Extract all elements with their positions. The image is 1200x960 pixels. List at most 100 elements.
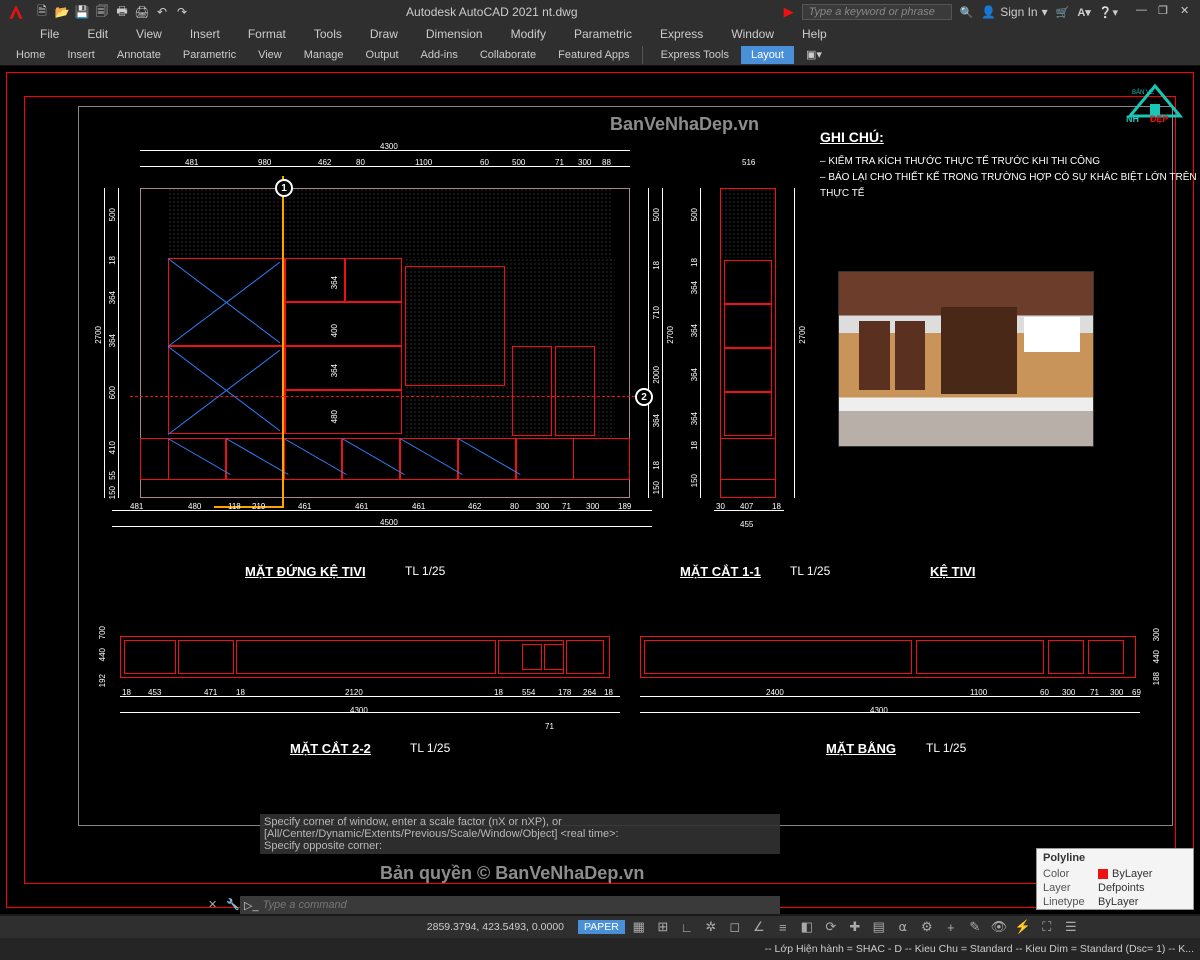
lineweight-icon[interactable]: ≡ — [775, 919, 791, 935]
polar-icon[interactable]: ✲ — [703, 919, 719, 935]
menu-parametric[interactable]: Parametric — [574, 27, 632, 41]
svg-text:NH: NH — [1126, 114, 1139, 124]
tab-expresstools[interactable]: Express Tools — [651, 46, 739, 64]
tab-manage[interactable]: Manage — [294, 46, 354, 64]
props-title: Polyline — [1037, 849, 1193, 867]
prop-row-linetype[interactable]: Linetype ByLayer — [1037, 895, 1193, 909]
menu-view[interactable]: View — [136, 27, 162, 41]
tab-collaborate[interactable]: Collaborate — [470, 46, 546, 64]
clean-screen-icon[interactable]: ⛶ — [1039, 919, 1055, 935]
view-title-plan: MẶT BẰNG — [826, 741, 896, 756]
plot-icon[interactable]: 🖨 — [134, 4, 150, 20]
menu-format[interactable]: Format — [248, 27, 286, 41]
ribbon-tabs: Home Insert Annotate Parametric View Man… — [0, 44, 1200, 66]
quick-props-icon[interactable]: ▤ — [871, 919, 887, 935]
titlebar: 🗎 📂 💾 🗐 🖶 🖨 ↶ ↷ Autodesk AutoCAD 2021 nt… — [0, 0, 1200, 24]
search-input[interactable]: Type a keyword or phrase — [802, 4, 952, 20]
status-bar: 2859.3794, 423.5493, 0.0000 PAPER ▦ ⊞ ∟ … — [0, 916, 1200, 938]
menu-file[interactable]: File — [40, 27, 59, 41]
print-icon[interactable]: 🖶 — [114, 4, 130, 20]
dim: 2400 — [766, 688, 784, 697]
otrack-icon[interactable]: ∠ — [751, 919, 767, 935]
command-input[interactable]: ▷_ Type a command — [240, 896, 780, 914]
dim-total: 4300 — [870, 706, 888, 715]
tab-insert[interactable]: Insert — [57, 46, 105, 64]
units-icon[interactable]: ✎ — [967, 919, 983, 935]
tab-parametric[interactable]: Parametric — [173, 46, 246, 64]
prop-row-color[interactable]: Color ByLayer — [1037, 867, 1193, 881]
tab-featuredapps[interactable]: Featured Apps — [548, 46, 643, 64]
save-icon[interactable]: 💾 — [74, 4, 90, 20]
exchange-icon[interactable]: 🛒 — [1056, 6, 1070, 19]
tab-annotate[interactable]: Annotate — [107, 46, 171, 64]
properties-palette[interactable]: Polyline Color ByLayer Layer Defpoints L… — [1036, 848, 1194, 910]
user-icon: 👤 — [981, 5, 996, 19]
menu-draw[interactable]: Draw — [370, 27, 398, 41]
hardware-accel-icon[interactable]: ⚡ — [1015, 919, 1031, 935]
tab-addins[interactable]: Add-ins — [411, 46, 468, 64]
coords-readout[interactable]: 2859.3794, 423.5493, 0.0000 — [372, 921, 572, 933]
menu-edit[interactable]: Edit — [87, 27, 108, 41]
search-icon[interactable]: 🔍 — [960, 6, 974, 19]
customize-icon[interactable]: ☰ — [1063, 919, 1079, 935]
signin-label: Sign In — [1000, 5, 1037, 19]
close-icon[interactable]: ✕ — [208, 898, 222, 912]
tab-layout[interactable]: Layout — [741, 46, 794, 64]
menu-dimension[interactable]: Dimension — [426, 27, 483, 41]
prop-row-layer[interactable]: Layer Defpoints — [1037, 881, 1193, 895]
tab-home[interactable]: Home — [6, 46, 55, 64]
dim: 300 — [1110, 688, 1123, 697]
tab-collapse-icon[interactable]: ▣▾ — [796, 45, 832, 64]
signin-button[interactable]: 👤 Sign In ▾ — [981, 5, 1047, 19]
undo-icon[interactable]: ↶ — [154, 4, 170, 20]
new-icon[interactable]: 🗎 — [34, 4, 50, 20]
wrench-icon[interactable]: 🔧 — [226, 898, 240, 912]
close-button[interactable]: ✕ — [1180, 4, 1196, 20]
view-scale-plan: TL 1/25 — [926, 741, 966, 755]
transparency-icon[interactable]: ◧ — [799, 919, 815, 935]
grid-icon[interactable]: ▦ — [631, 919, 647, 935]
dim: 60 — [1040, 688, 1049, 697]
tab-output[interactable]: Output — [356, 46, 409, 64]
space-toggle[interactable]: PAPER — [578, 920, 625, 934]
tab-view[interactable]: View — [248, 46, 292, 64]
menu-help[interactable]: Help — [802, 27, 827, 41]
workspace-icon[interactable]: ⚙ — [919, 919, 935, 935]
record-icon[interactable]: ▶ — [784, 4, 794, 20]
menu-insert[interactable]: Insert — [190, 27, 220, 41]
menu-window[interactable]: Window — [731, 27, 774, 41]
selection-cycling-icon[interactable]: ⟳ — [823, 919, 839, 935]
annotation-monitor-icon[interactable]: + — [943, 919, 959, 935]
quick-access-toolbar: 🗎 📂 💾 🗐 🖶 🖨 ↶ ↷ — [34, 4, 190, 20]
saveas-icon[interactable]: 🗐 — [94, 4, 110, 20]
window-title: Autodesk AutoCAD 2021 nt.dwg — [200, 5, 784, 19]
osnap-icon[interactable]: ◻ — [727, 919, 743, 935]
dim: 1100 — [970, 688, 987, 697]
brand-logo-icon: NHĐẸPBẢN VẼ — [1120, 74, 1190, 124]
menu-express[interactable]: Express — [660, 27, 703, 41]
open-icon[interactable]: 📂 — [54, 4, 70, 20]
watermark-bottom: Bản quyền © BanVeNhaDep.vn — [380, 863, 644, 884]
cmd-line: [All/Center/Dynamic/Extents/Previous/Sca… — [264, 828, 776, 840]
maximize-button[interactable]: ❐ — [1158, 4, 1174, 20]
autocad-logo-icon[interactable] — [4, 0, 28, 24]
ortho-icon[interactable]: ∟ — [679, 919, 695, 935]
layer-info: -- Lớp Hiện hành = SHAC - D -- Kieu Chu … — [6, 943, 1194, 955]
minimize-button[interactable]: ― — [1136, 4, 1152, 20]
drawing-canvas[interactable]: BanVeNhaDep.vn GHI CHÚ: – KIỂM TRA KÍCH … — [0, 66, 1200, 914]
help-icon[interactable]: ❔▾ — [1099, 6, 1118, 19]
cmd-line: Specify corner of window, enter a scale … — [264, 816, 776, 828]
command-history: Specify corner of window, enter a scale … — [260, 814, 780, 854]
dim: 300 — [1062, 688, 1075, 697]
annotation-scale-icon[interactable]: ⍺ — [895, 919, 911, 935]
dynamic-input-icon[interactable]: ✚ — [847, 919, 863, 935]
redo-icon[interactable]: ↷ — [174, 4, 190, 20]
menu-tools[interactable]: Tools — [314, 27, 342, 41]
dim: 188 — [1152, 672, 1161, 685]
menu-modify[interactable]: Modify — [511, 27, 546, 41]
svg-text:ĐẸP: ĐẸP — [1150, 114, 1169, 124]
isolate-icon[interactable]: 👁 — [991, 919, 1007, 935]
snap-icon[interactable]: ⊞ — [655, 919, 671, 935]
dim: 440 — [1152, 650, 1161, 663]
autodesk-a-icon[interactable]: A▾ — [1077, 6, 1090, 19]
